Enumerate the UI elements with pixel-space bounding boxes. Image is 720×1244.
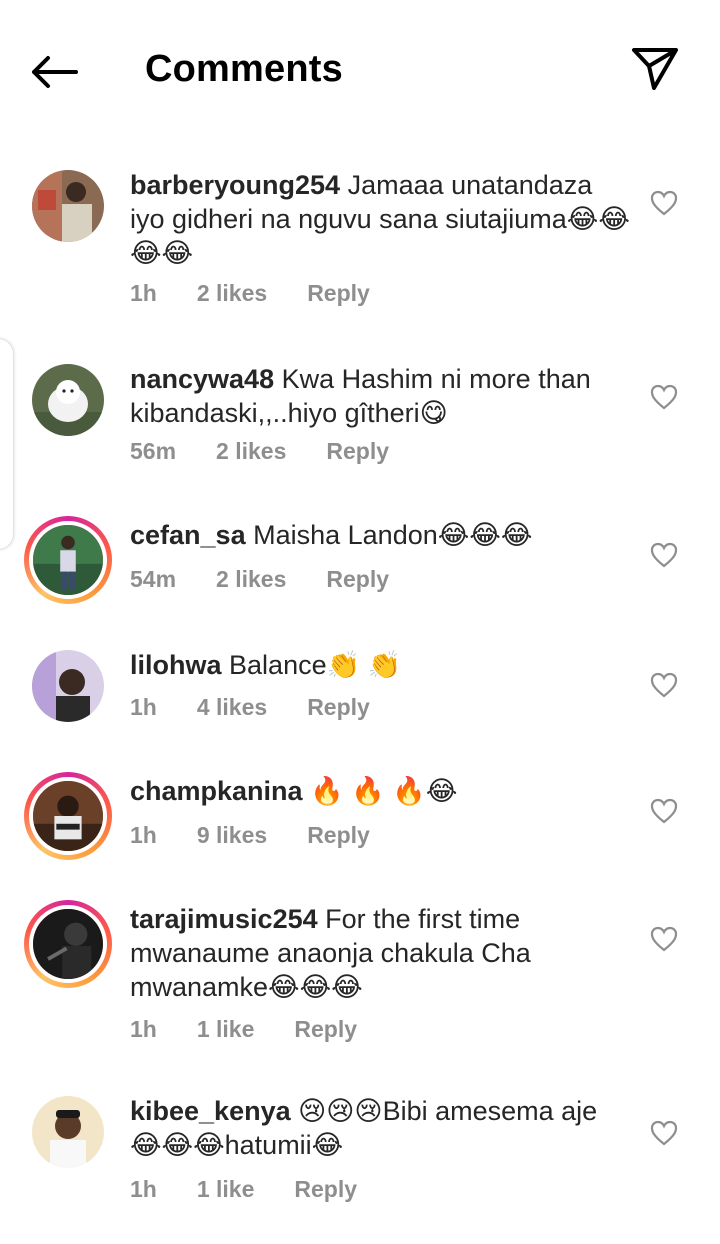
comment-text: Maisha Landon😂😂😂 [253,520,533,550]
edge-handle[interactable] [0,338,14,550]
comment-username[interactable]: cefan_sa [130,520,246,550]
reply-button[interactable]: Reply [294,1176,357,1203]
comment-time: 1h [130,1176,157,1202]
comment-text: 🔥 🔥 🔥😂 [310,776,458,806]
arrow-left-icon [32,56,78,88]
avatar[interactable] [24,1094,112,1182]
comment-likes[interactable]: 1 like [197,1016,255,1043]
comment-likes[interactable]: 9 likes [197,822,267,849]
comment-meta: 1h 2 likes Reply [130,280,410,307]
avatar[interactable] [24,900,112,988]
reply-button[interactable]: Reply [326,438,389,465]
reply-button[interactable]: Reply [326,566,389,593]
reply-button[interactable]: Reply [294,1016,357,1043]
comment-time: 56m [130,438,177,464]
comment-username[interactable]: lilohwa [130,650,222,680]
comment-meta: 1h 4 likes Reply [130,694,410,721]
comment-likes[interactable]: 4 likes [197,694,267,721]
comment-username[interactable]: barberyoung254 [130,170,340,200]
comment-meta: 54m 2 likes Reply [130,566,429,593]
comment-time: 1h [130,280,157,306]
comments-header: Comments [0,0,720,140]
comment-username[interactable]: champkanina [130,776,303,806]
reply-button[interactable]: Reply [307,280,370,307]
heart-icon[interactable] [650,798,678,824]
heart-icon[interactable] [650,926,678,952]
comment-likes[interactable]: 2 likes [216,438,286,465]
heart-icon[interactable] [650,190,678,216]
comment-meta: 1h 1 like Reply [130,1016,397,1043]
reply-button[interactable]: Reply [307,694,370,721]
send-icon [632,48,678,90]
heart-icon[interactable] [650,1120,678,1146]
avatar[interactable] [24,772,112,860]
comment-meta: 1h 1 like Reply [130,1176,397,1203]
back-button[interactable] [30,48,82,96]
comment-meta: 1h 9 likes Reply [130,822,410,849]
heart-icon[interactable] [650,672,678,698]
avatar[interactable] [24,362,112,450]
comment-username[interactable]: nancywa48 [130,364,274,394]
comment-likes[interactable]: 2 likes [216,566,286,593]
page-title: Comments [145,48,343,90]
comment-username[interactable]: tarajimusic254 [130,904,318,934]
comment-time: 54m [130,566,177,592]
share-button[interactable] [630,44,682,96]
comment-time: 1h [130,822,157,848]
comment-username[interactable]: kibee_kenya [130,1096,291,1126]
comment-time: 1h [130,694,157,720]
comment-likes[interactable]: 1 like [197,1176,255,1203]
avatar[interactable] [24,648,112,736]
avatar[interactable] [24,516,112,604]
comment-meta: 56m 2 likes Reply [130,438,429,465]
comment-text: Balance👏 👏 [229,650,402,680]
comment-time: 1h [130,1016,157,1042]
heart-icon[interactable] [650,384,678,410]
reply-button[interactable]: Reply [307,822,370,849]
comment-likes[interactable]: 2 likes [197,280,267,307]
avatar[interactable] [24,168,112,256]
heart-icon[interactable] [650,542,678,568]
